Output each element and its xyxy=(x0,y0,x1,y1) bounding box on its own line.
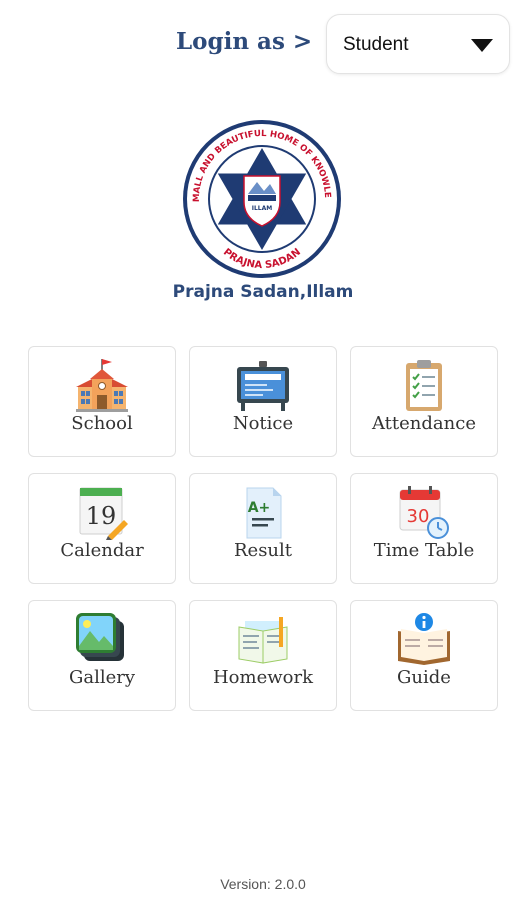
menu-label-notice: Notice xyxy=(232,413,294,434)
app-version: Version: 2.0.0 xyxy=(220,876,306,892)
role-dropdown-value: Student xyxy=(343,34,409,55)
guide-book-icon xyxy=(398,613,450,665)
logo-emblem-text: ILLAM xyxy=(252,205,273,212)
menu-tile-calendar[interactable]: 19 Calendar xyxy=(28,473,176,584)
gallery-icon xyxy=(76,613,124,661)
homework-book-icon xyxy=(238,617,288,664)
menu-label-gallery: Gallery xyxy=(68,667,136,688)
menu-tile-school[interactable]: School xyxy=(28,346,176,457)
menu-tile-notice[interactable]: Notice xyxy=(189,346,337,457)
calendar-icon: 19 xyxy=(79,487,128,540)
menu-grid: School Notice Attendance 19 Calendar A+ … xyxy=(28,346,498,711)
school-icon xyxy=(76,359,128,412)
menu-label-guide: Guide xyxy=(397,667,451,688)
menu-label-school: School xyxy=(71,413,133,434)
login-as-label: Login as > xyxy=(176,28,313,55)
menu-tile-result[interactable]: A+ Result xyxy=(189,473,337,584)
timetable-icon-day: 30 xyxy=(407,506,430,527)
menu-tile-time-table[interactable]: 30 Time Table xyxy=(350,473,498,584)
menu-label-homework: Homework xyxy=(212,667,313,688)
calendar-icon-day: 19 xyxy=(86,502,117,530)
dropdown-arrow-icon xyxy=(471,39,493,52)
role-dropdown[interactable]: Student xyxy=(326,14,510,74)
clipboard-checklist-icon xyxy=(406,360,442,411)
school-logo: A SMALL AND BEAUTIFUL HOME OF KNOWLEDGE … xyxy=(168,118,341,278)
school-name: Prajna Sadan,Illam xyxy=(172,282,354,302)
menu-label-attendance: Attendance xyxy=(372,413,476,434)
menu-tile-attendance[interactable]: Attendance xyxy=(350,346,498,457)
menu-tile-gallery[interactable]: Gallery xyxy=(28,600,176,711)
result-icon-grade: A+ xyxy=(248,500,271,516)
notice-board-icon xyxy=(237,361,289,411)
result-document-icon: A+ xyxy=(246,487,282,539)
menu-label-time-table: Time Table xyxy=(373,540,475,561)
menu-tile-guide[interactable]: Guide xyxy=(350,600,498,711)
timetable-calendar-icon: 30 xyxy=(399,486,449,539)
menu-label-result: Result xyxy=(233,540,293,561)
menu-tile-homework[interactable]: Homework xyxy=(189,600,337,711)
login-row: Login as > Student xyxy=(0,14,526,76)
menu-label-calendar: Calendar xyxy=(60,540,144,561)
